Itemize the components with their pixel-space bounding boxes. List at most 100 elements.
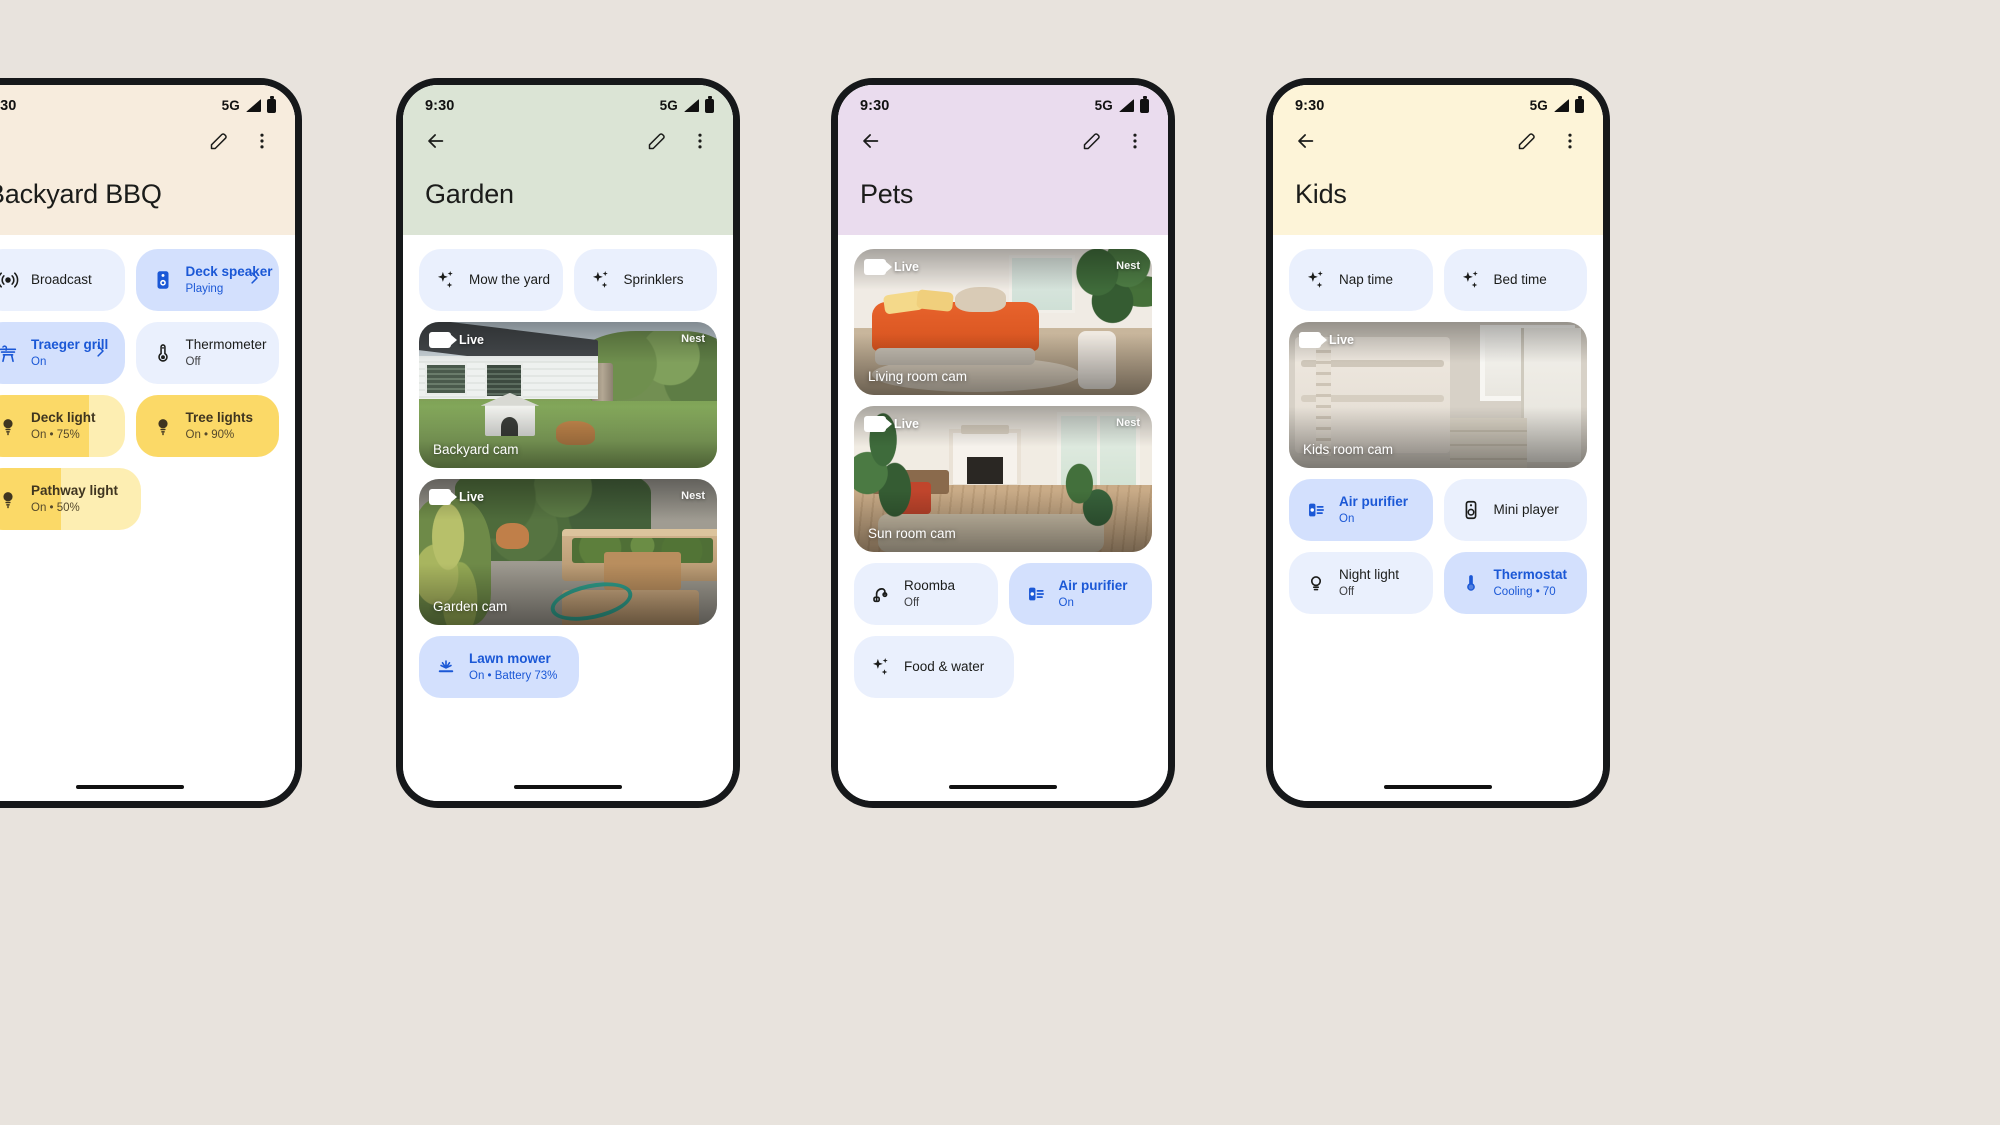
tile-status: On • 50% bbox=[31, 502, 80, 515]
status-bar: 9:30 5G bbox=[838, 85, 1168, 115]
purifier-icon bbox=[1025, 583, 1047, 605]
control-tile-pathway-light[interactable]: Pathway light On • 50% bbox=[0, 468, 141, 530]
camera-card-backyard-cam[interactable]: Live Nest Backyard cam bbox=[419, 322, 717, 468]
control-tile-roomba[interactable]: Roomba Off bbox=[854, 563, 998, 625]
camera-name-label: Living room cam bbox=[868, 369, 968, 384]
home-indicator[interactable] bbox=[514, 785, 622, 789]
mower-icon bbox=[435, 656, 457, 678]
control-tile-broadcast[interactable]: Broadcast bbox=[0, 249, 125, 311]
more-options-icon[interactable] bbox=[1557, 128, 1583, 154]
back-arrow-icon[interactable] bbox=[1293, 128, 1319, 154]
app-bar bbox=[838, 115, 1168, 157]
control-tile-deck-speaker[interactable]: Deck speaker Playing bbox=[135, 249, 279, 311]
tile-status: Playing bbox=[185, 283, 224, 296]
live-label: Live bbox=[894, 260, 920, 274]
room-content: Mow the yard Sprinklers Live Nest Backya… bbox=[403, 235, 733, 698]
edit-pencil-icon[interactable] bbox=[205, 128, 231, 154]
control-tile-tree-lights[interactable]: Tree lights On • 90% bbox=[135, 395, 279, 457]
signal-strength-icon bbox=[246, 99, 261, 112]
control-tile-thermostat[interactable]: Thermostat Cooling • 70 bbox=[1443, 552, 1587, 614]
room-content: Nap time Bed time Live Kids room cam Air… bbox=[1273, 235, 1603, 614]
sparkle-icon bbox=[590, 269, 612, 291]
tile-status: Off bbox=[1339, 586, 1355, 599]
tile-status: Cooling • 70 bbox=[1493, 586, 1556, 599]
bulb-icon bbox=[0, 415, 19, 437]
phone-screen-kids: 9:30 5G Kids Nap time Bed time Live Kids… bbox=[1273, 85, 1603, 801]
tile-title: Lawn mower bbox=[469, 651, 551, 667]
phone-screen-garden: 9:30 5G Garden Mow the yard Sprinklers L… bbox=[403, 85, 733, 801]
home-indicator[interactable] bbox=[949, 785, 1057, 789]
back-arrow-icon[interactable] bbox=[858, 128, 884, 154]
control-tile-deck-light[interactable]: Deck light On • 75% bbox=[0, 395, 125, 457]
status-icons: 5G bbox=[660, 96, 714, 113]
tile-status: Off bbox=[185, 356, 201, 369]
tile-title: Bed time bbox=[1493, 272, 1547, 287]
tile-row: Traeger grill On Thermometer Off bbox=[0, 322, 279, 384]
camera-brand-label: Nest bbox=[1116, 417, 1140, 429]
camera-card-kids-room-cam[interactable]: Live Kids room cam bbox=[1289, 322, 1587, 468]
bulb-icon bbox=[0, 488, 19, 510]
control-tile-bed-time[interactable]: Bed time bbox=[1443, 249, 1587, 311]
status-clock: 9:30 bbox=[1295, 97, 1325, 114]
control-tile-nap-time[interactable]: Nap time bbox=[1289, 249, 1433, 311]
edit-pencil-icon[interactable] bbox=[1078, 128, 1104, 154]
status-icons: 5G bbox=[1529, 96, 1584, 113]
control-tile-sprinklers[interactable]: Sprinklers bbox=[573, 249, 717, 311]
row-spacer bbox=[1025, 636, 1153, 698]
video-camera-icon bbox=[429, 332, 457, 348]
tile-title: Mini player bbox=[1493, 502, 1559, 517]
tile-status: On • 75% bbox=[31, 429, 80, 442]
more-options-icon[interactable] bbox=[249, 128, 275, 154]
control-tile-night-light[interactable]: Night light Off bbox=[1289, 552, 1433, 614]
control-tile-mow-the-yard[interactable]: Mow the yard bbox=[419, 249, 563, 311]
broadcast-icon bbox=[0, 269, 19, 291]
control-tile-food-water[interactable]: Food & water bbox=[854, 636, 1014, 698]
edit-pencil-icon[interactable] bbox=[1513, 128, 1539, 154]
tile-row: Roomba Off Air purifier On bbox=[854, 563, 1152, 625]
signal-strength-icon bbox=[684, 99, 699, 112]
tile-title: Roomba bbox=[904, 578, 956, 594]
chevron-right-icon[interactable] bbox=[91, 342, 109, 365]
room-header: 9:30 5G Kids bbox=[1273, 85, 1603, 235]
control-tile-air-purifier[interactable]: Air purifier On bbox=[1289, 479, 1433, 541]
edit-pencil-icon[interactable] bbox=[643, 128, 669, 154]
more-options-icon[interactable] bbox=[687, 128, 713, 154]
live-badge: Live bbox=[429, 332, 484, 348]
more-options-icon[interactable] bbox=[1122, 128, 1148, 154]
network-type-label: 5G bbox=[1094, 98, 1113, 113]
tile-status: On bbox=[31, 356, 47, 369]
sparkle-icon bbox=[435, 269, 457, 291]
battery-icon bbox=[705, 96, 714, 113]
tile-title: Air purifier bbox=[1058, 578, 1128, 594]
page-title: Backyard BBQ bbox=[0, 179, 162, 209]
back-arrow-icon[interactable] bbox=[423, 128, 449, 154]
video-camera-icon bbox=[864, 259, 892, 275]
purifier-icon bbox=[1305, 499, 1327, 521]
room-header: 9:30 5G Pets bbox=[838, 85, 1168, 235]
status-clock: 9:30 bbox=[0, 97, 17, 114]
camera-name-label: Backyard cam bbox=[433, 442, 519, 457]
control-tile-air-purifier[interactable]: Air purifier On bbox=[1008, 563, 1152, 625]
tile-status: Off bbox=[904, 597, 920, 610]
row-spacer bbox=[152, 468, 280, 530]
home-indicator[interactable] bbox=[76, 785, 184, 789]
sparkle-icon bbox=[1460, 269, 1482, 291]
video-camera-icon bbox=[864, 416, 892, 432]
home-indicator[interactable] bbox=[1384, 785, 1492, 789]
live-badge: Live bbox=[864, 259, 919, 275]
network-type-label: 5G bbox=[1529, 98, 1548, 113]
tile-title: Thermometer bbox=[185, 337, 267, 353]
page-title: Kids bbox=[1295, 179, 1347, 209]
control-tile-lawn-mower[interactable]: Lawn mower On • Battery 73% bbox=[419, 636, 579, 698]
control-tile-mini-player[interactable]: Mini player bbox=[1443, 479, 1587, 541]
camera-card-living-room-cam[interactable]: Live Nest Living room cam bbox=[854, 249, 1152, 395]
camera-card-garden-cam[interactable]: Live Nest Garden cam bbox=[419, 479, 717, 625]
control-tile-traeger-grill[interactable]: Traeger grill On bbox=[0, 322, 125, 384]
tile-row: Nap time Bed time bbox=[1289, 249, 1587, 311]
chevron-right-icon[interactable] bbox=[245, 269, 263, 292]
tile-row: Deck light On • 75% Tree lights On • 90% bbox=[0, 395, 279, 457]
thermometer-icon bbox=[152, 342, 174, 364]
control-tile-thermometer[interactable]: Thermometer Off bbox=[135, 322, 279, 384]
live-label: Live bbox=[894, 417, 920, 431]
camera-card-sun-room-cam[interactable]: Live Nest Sun room cam bbox=[854, 406, 1152, 552]
